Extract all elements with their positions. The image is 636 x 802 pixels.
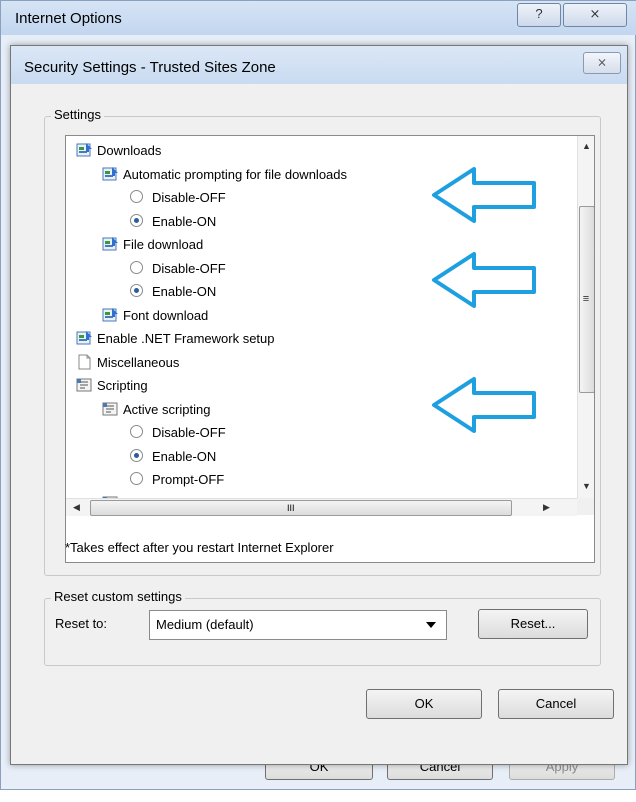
- tree-item-label: Enable-ON: [152, 284, 217, 299]
- radio-option[interactable]: Enable-ON: [130, 281, 216, 303]
- tree-item[interactable]: Font download: [102, 305, 208, 327]
- annotation-arrow-icon: [432, 252, 536, 308]
- tree-item-label: Disable-OFF: [152, 260, 226, 276]
- horizontal-scrollbar[interactable]: ◀ III ▶: [66, 498, 577, 516]
- annotation-arrow-icon: [432, 377, 536, 433]
- radio-option[interactable]: Prompt-OFF: [130, 469, 224, 491]
- reset-group-label: Reset custom settings: [51, 589, 185, 604]
- script-icon: [102, 401, 119, 417]
- tree-item[interactable]: Scripting: [76, 375, 148, 397]
- reset-level-value: Medium (default): [156, 617, 254, 632]
- reset-level-select[interactable]: Medium (default): [149, 610, 447, 640]
- tree-item[interactable]: Active scripting: [102, 399, 210, 421]
- radio-unselected[interactable]: [130, 190, 143, 203]
- tree-item-label: Prompt-OFF: [152, 472, 225, 487]
- radio-option[interactable]: Disable-OFF: [130, 422, 226, 444]
- page-icon: [76, 354, 93, 370]
- scroll-left-arrow[interactable]: ◀: [68, 499, 85, 516]
- thumb-grip-icon-h: III: [287, 503, 295, 513]
- settings-icon: [76, 142, 93, 158]
- dialog-title: Security Settings - Trusted Sites Zone: [24, 59, 276, 76]
- dialog-close-button[interactable]: ⨯: [583, 52, 621, 74]
- radio-option[interactable]: Enable-ON: [130, 211, 216, 233]
- tree-item-label: Disable-OFF: [152, 190, 226, 205]
- scroll-up-arrow[interactable]: ▲: [578, 138, 594, 155]
- restart-note: *Takes effect after you restart Internet…: [65, 540, 334, 555]
- help-button[interactable]: ?: [517, 3, 561, 27]
- internet-options-title: Internet Options: [15, 10, 122, 27]
- radio-unselected[interactable]: [130, 260, 143, 274]
- radio-unselected[interactable]: [130, 472, 143, 485]
- tree-item-label: Active scripting: [123, 401, 211, 417]
- script-icon: [76, 377, 93, 393]
- tree-item-label: Miscellaneous: [97, 354, 180, 370]
- horizontal-scroll-thumb[interactable]: III: [90, 500, 512, 516]
- radio-option[interactable]: Disable-OFF: [130, 187, 226, 209]
- settings-icon: [76, 330, 93, 346]
- settings-icon: [102, 166, 119, 182]
- cancel-button[interactable]: Cancel: [498, 689, 614, 719]
- reset-to-label: Reset to:: [55, 616, 108, 631]
- vertical-scrollbar[interactable]: ▲ ≡ ▼: [577, 136, 594, 498]
- tree-item[interactable]: Automatic prompting for file downloads: [102, 164, 347, 186]
- thumb-grip-icon: ≡: [582, 293, 590, 305]
- tree-item[interactable]: Downloads: [76, 140, 161, 162]
- reset-button[interactable]: Reset...: [478, 609, 588, 639]
- tree-item-label: Enable .NET Framework setup: [97, 331, 275, 346]
- tree-item-label: Enable-ON: [152, 213, 217, 229]
- tree-item-label: Enable-ON: [152, 448, 217, 464]
- chevron-down-icon: [426, 622, 436, 628]
- tree-item-label: File download: [123, 237, 204, 252]
- tree-item-label: Downloads: [97, 143, 162, 158]
- tree-item[interactable]: Miscellaneous: [76, 352, 179, 374]
- settings-icon: [102, 307, 119, 323]
- tree-item[interactable]: File download: [102, 234, 203, 256]
- outer-close-button[interactable]: ⨯: [563, 3, 627, 27]
- radio-selected[interactable]: [130, 284, 143, 297]
- tree-item-label: Scripting: [97, 378, 148, 393]
- tree-item-label: Font download: [123, 307, 209, 323]
- tree-item-label: Automatic prompting for file downloads: [123, 166, 348, 182]
- vertical-scroll-thumb[interactable]: ≡: [579, 206, 594, 393]
- settings-group-label: Settings: [51, 107, 104, 122]
- ok-button[interactable]: OK: [366, 689, 482, 719]
- scrollbar-corner: [577, 498, 594, 515]
- radio-option[interactable]: Enable-ON: [130, 446, 216, 468]
- radio-selected[interactable]: [130, 448, 143, 462]
- settings-icon: [102, 236, 119, 252]
- scroll-right-arrow[interactable]: ▶: [538, 499, 555, 516]
- radio-unselected[interactable]: [130, 425, 143, 438]
- annotation-arrow-icon: [432, 167, 536, 223]
- radio-option[interactable]: Disable-OFF: [130, 258, 226, 280]
- tree-item[interactable]: Enable .NET Framework setup: [76, 328, 275, 350]
- scroll-down-arrow[interactable]: ▼: [578, 478, 594, 495]
- tree-item-label: Disable-OFF: [152, 425, 226, 440]
- radio-selected[interactable]: [130, 213, 143, 227]
